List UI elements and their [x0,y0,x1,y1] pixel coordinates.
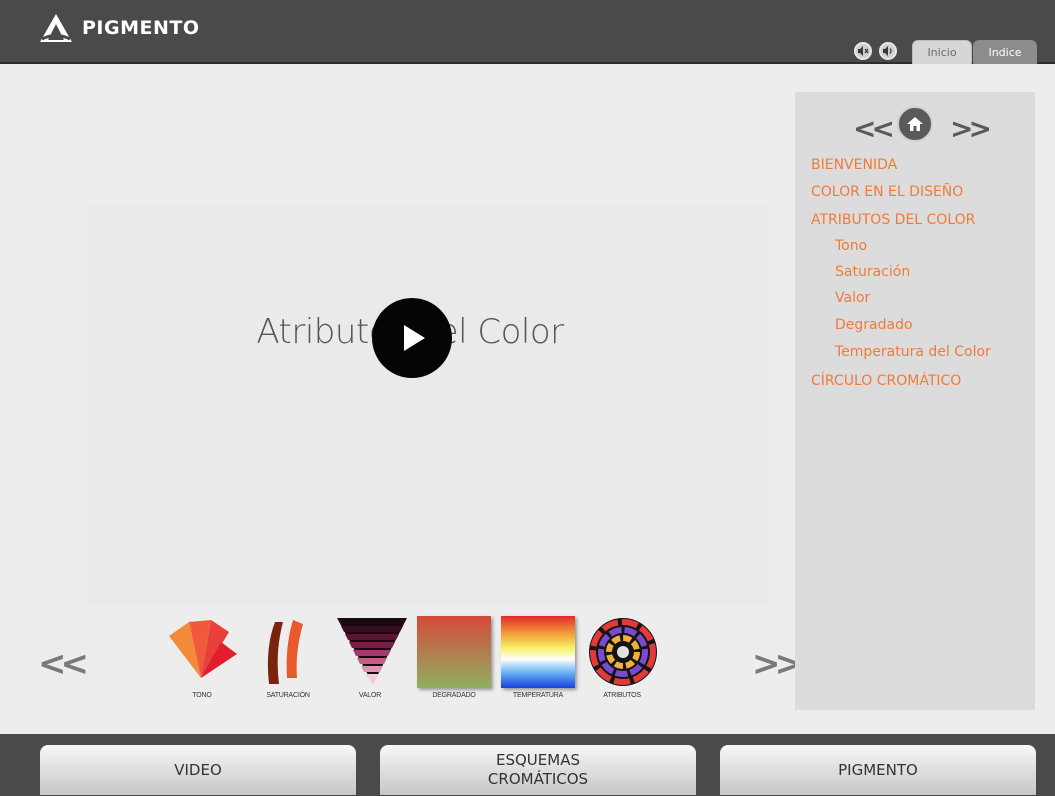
thumbnail-prev-button[interactable]: << [38,644,89,684]
sidebar-item-tono[interactable]: Tono [835,238,867,254]
thumbnail-caption: DEGRADADO [432,692,476,699]
thumbnail-caption: TONO [192,692,212,699]
header-bar: PIGMENTO Inicio Indice [0,0,1055,64]
esquemas-cromaticos-button[interactable]: ESQUEMAS CROMÁTICOS [380,745,696,795]
thumbnail-valor[interactable]: VALOR [330,612,410,708]
esquemas-label-line2: CROMÁTICOS [487,770,589,788]
double-chevron-left-icon: << [853,112,895,145]
play-icon [404,325,425,351]
sidebar-item-temperatura-del-color[interactable]: Temperatura del Color [835,344,991,360]
sidebar-item-atributos-del-color[interactable]: ATRIBUTOS DEL COLOR [811,212,975,228]
double-chevron-right-icon: >> [752,644,803,684]
brand-name: PIGMENTO [82,17,200,39]
tono-image [165,612,239,688]
sidebar-item-color-en-el-diseno[interactable]: COLOR EN EL DISEÑO [811,184,963,200]
thumbnail-caption: TEMPERATURA [512,692,564,699]
bottom-nav-bar: VIDEO ESQUEMAS CROMÁTICOS PIGMENTO [0,734,1055,796]
thumbnail-caption: SATURACIÓN [266,692,310,699]
sidebar-next-button[interactable]: >> [950,112,992,145]
sidebar-item-degradado[interactable]: Degradado [835,317,913,333]
sidebar-item-valor[interactable]: Valor [835,290,870,306]
thumbnail-saturacion[interactable]: SATURACIÓN [248,612,328,708]
video-button[interactable]: VIDEO [40,745,356,795]
home-icon [907,117,923,131]
sidebar-item-saturacion[interactable]: Saturación [835,264,910,280]
atributos-image [585,612,659,688]
sidebar-item-bienvenida[interactable]: BIENVENIDA [811,157,897,173]
sidebar-prev-button[interactable]: << [853,112,895,145]
thumbnail-atributos[interactable]: ATRIBUTOS [582,612,662,708]
mute-button[interactable] [854,42,872,60]
mute-icon [858,46,869,56]
pigmento-button[interactable]: PIGMENTO [720,745,1036,795]
valor-image [333,612,407,688]
thumbnail-next-button[interactable]: >> [752,644,803,684]
saturacion-image [251,612,325,688]
thumbnail-degradado[interactable]: DEGRADADO [414,612,494,708]
thumbnail-temperatura[interactable]: TEMPERATURA [498,612,578,708]
degradado-image [417,616,491,688]
play-button[interactable] [372,298,452,378]
double-chevron-right-icon: >> [950,112,992,145]
sidebar: << >> BIENVENIDA COLOR EN EL DISEÑO ATRI… [795,92,1035,710]
volume-button[interactable] [879,42,897,60]
video-area[interactable] [88,206,768,606]
volume-icon [883,46,892,56]
sidebar-item-circulo-cromatico[interactable]: CÍRCULO CROMÁTICO [811,373,961,389]
double-chevron-left-icon: << [38,644,89,684]
thumbnail-caption: ATRIBUTOS [603,692,641,699]
tab-inicio[interactable]: Inicio [912,40,972,64]
logo[interactable]: PIGMENTO [38,12,200,44]
thumbnail-tono[interactable]: TONO [162,612,242,708]
home-button[interactable] [897,106,933,142]
tab-indice[interactable]: Indice [973,40,1037,64]
esquemas-label-line1: ESQUEMAS [495,751,580,769]
pigmento-logo-icon [40,14,72,42]
thumbnail-caption: VALOR [358,692,382,699]
temperatura-image [501,616,575,688]
